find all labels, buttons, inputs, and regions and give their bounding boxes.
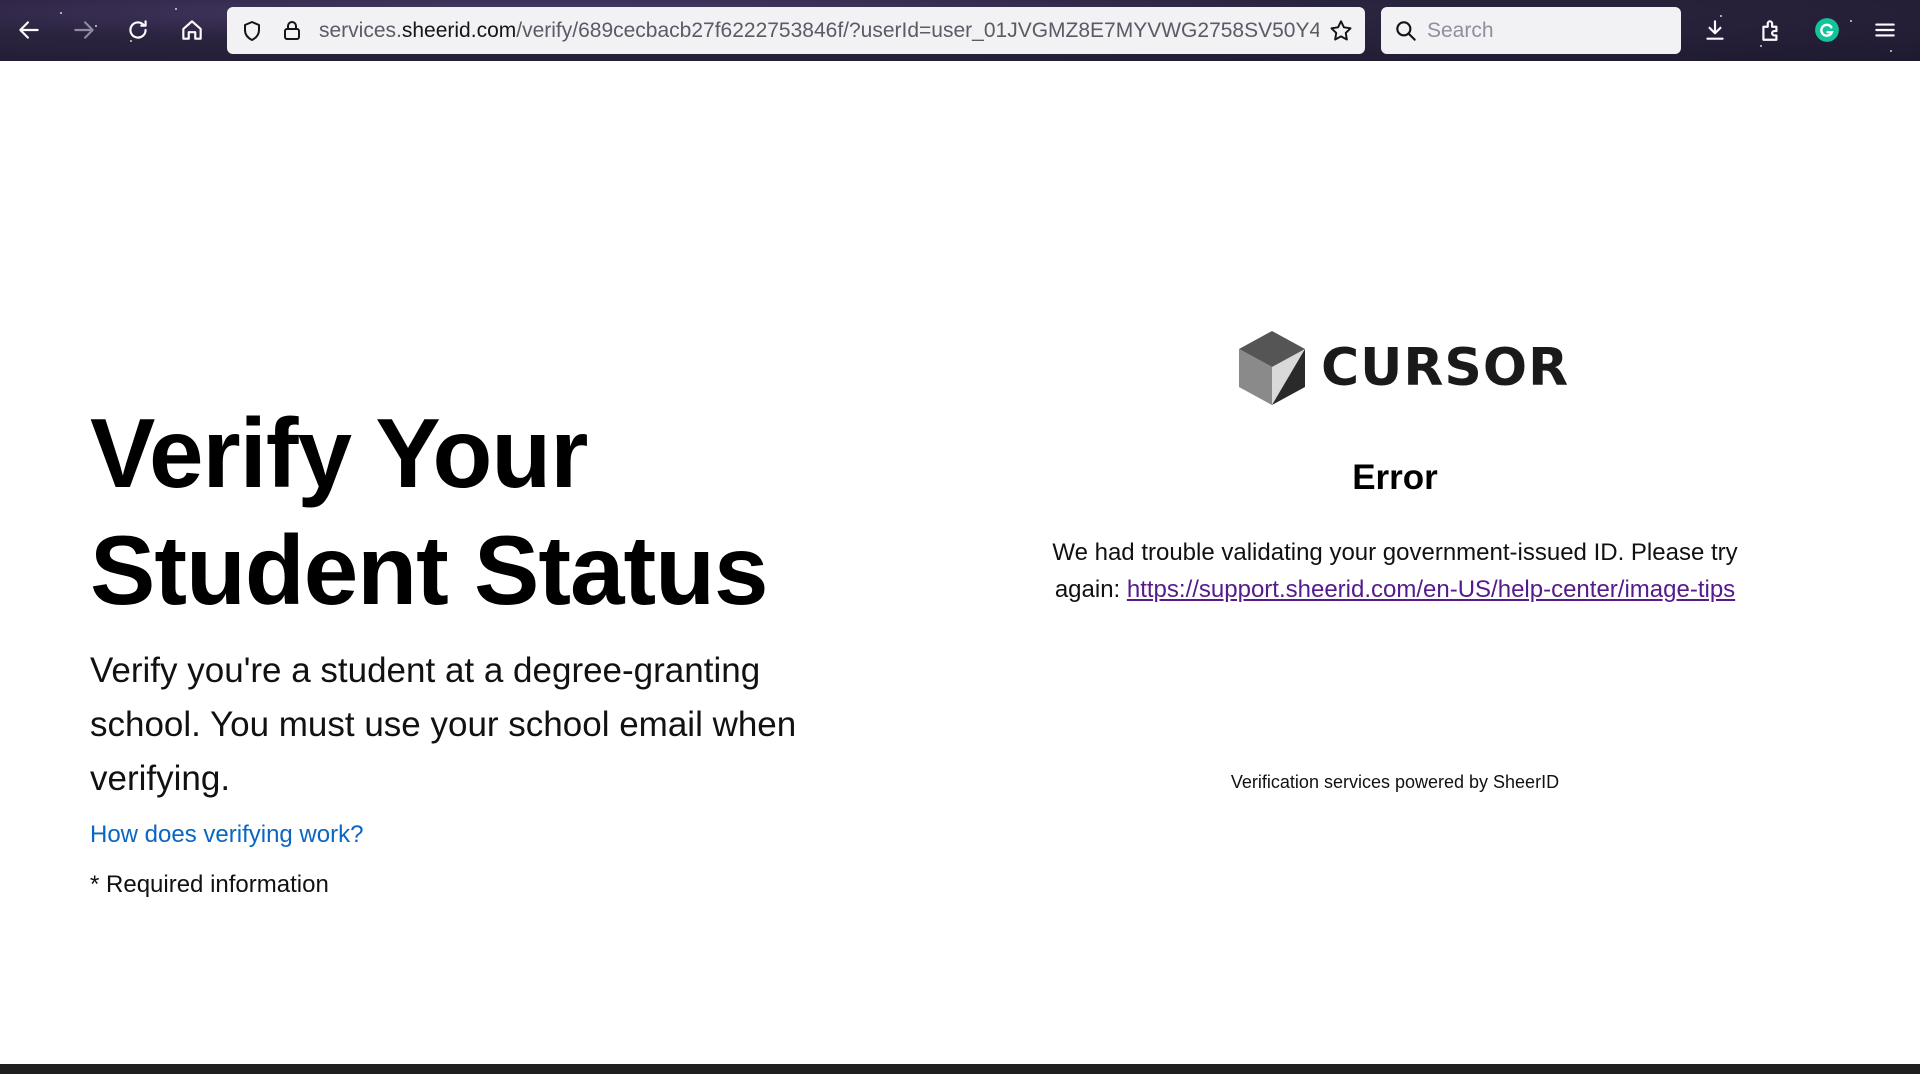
forward-button[interactable] xyxy=(63,9,105,51)
downloads-button[interactable] xyxy=(1694,9,1736,51)
reload-icon xyxy=(129,20,147,39)
error-message: We had trouble validating your governmen… xyxy=(1040,534,1750,608)
shield-icon xyxy=(244,21,260,41)
url-path: /verify/689cecbacb27f6222753846f/?userId… xyxy=(516,19,1319,42)
error-heading: Error xyxy=(1352,458,1438,497)
url-prefix: services. xyxy=(319,19,402,42)
taskbar-edge xyxy=(0,1064,1920,1074)
address-bar[interactable]: services.sheerid.com/verify/689cecbacb27… xyxy=(227,7,1365,54)
home-button[interactable] xyxy=(171,9,213,51)
search-placeholder: Search xyxy=(1427,19,1494,42)
url-host: sheerid.com xyxy=(401,19,517,42)
bookmark-button[interactable] xyxy=(1325,15,1357,47)
lock-icon xyxy=(284,21,300,40)
home-icon xyxy=(182,20,202,40)
required-info-note: * Required information xyxy=(90,871,329,898)
page-subtitle: Verify you're a student at a degree-gran… xyxy=(90,651,797,798)
search-bar[interactable]: Search xyxy=(1381,7,1681,54)
back-arrow-icon xyxy=(19,21,39,39)
url-text[interactable]: services.sheerid.com/verify/689cecbacb27… xyxy=(319,7,1319,54)
menu-icon xyxy=(1875,23,1895,37)
forward-arrow-icon xyxy=(74,21,94,39)
search-icon xyxy=(1396,21,1416,41)
grammarly-button[interactable] xyxy=(1806,9,1848,51)
extensions-icon xyxy=(1762,20,1778,41)
how-verifying-works-link[interactable]: How does verifying work? xyxy=(90,821,363,849)
image-tips-link[interactable]: https://support.sheerid.com/en-US/help-c… xyxy=(1127,576,1735,603)
reload-button[interactable] xyxy=(117,9,159,51)
bookmark-star-icon xyxy=(1330,20,1352,41)
extensions-button[interactable] xyxy=(1750,9,1792,51)
tracking-protection-button[interactable] xyxy=(237,16,267,46)
powered-by-sheerid: Verification services powered by SheerID xyxy=(1230,772,1560,792)
cursor-cube-icon xyxy=(1239,331,1305,405)
page-title-line1: Verify Your xyxy=(90,398,588,508)
page-title: Verify Your Student Status xyxy=(90,395,850,629)
cursor-logo-text: CURSOR xyxy=(1321,338,1570,398)
browser-toolbar: services.sheerid.com/verify/689cecbacb27… xyxy=(0,0,1920,61)
cursor-logo: CURSOR xyxy=(1237,328,1569,408)
app-menu-button[interactable] xyxy=(1864,9,1906,51)
site-info-button[interactable] xyxy=(277,16,307,46)
grammarly-icon xyxy=(1815,18,1839,42)
page-title-line2: Student Status xyxy=(90,515,768,625)
download-icon xyxy=(1706,20,1724,40)
back-button[interactable] xyxy=(8,9,50,51)
